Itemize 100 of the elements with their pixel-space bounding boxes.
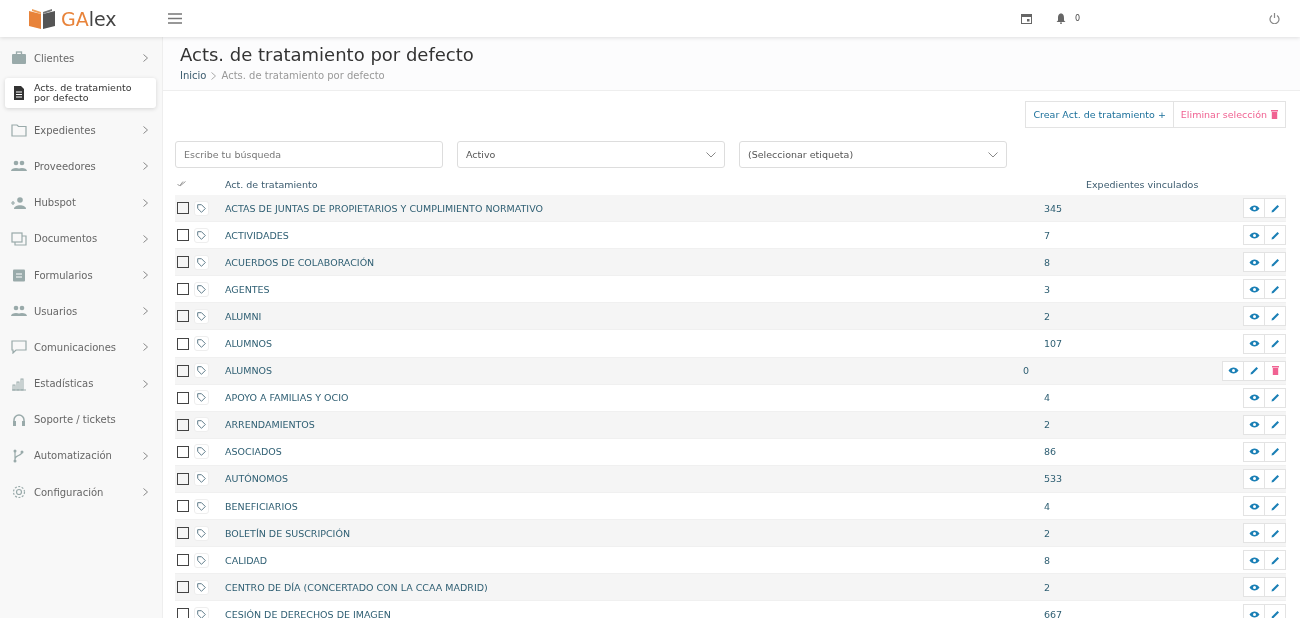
bell-icon[interactable] xyxy=(1055,13,1066,24)
row-checkbox[interactable] xyxy=(177,229,189,242)
tag-dropdown[interactable]: (Seleccionar etiqueta) xyxy=(739,141,1007,168)
tag-button[interactable] xyxy=(194,444,209,460)
tag-button[interactable] xyxy=(194,308,209,324)
tag-button[interactable] xyxy=(194,552,209,568)
tag-button[interactable] xyxy=(194,281,209,297)
edit-button[interactable] xyxy=(1264,496,1286,517)
row-checkbox[interactable] xyxy=(177,527,189,540)
view-button[interactable] xyxy=(1243,414,1265,435)
row-checkbox[interactable] xyxy=(177,581,189,594)
table-cell-text: 8 xyxy=(1044,256,1052,268)
edit-button[interactable] xyxy=(1264,577,1286,598)
view-button[interactable] xyxy=(1243,441,1265,462)
sidebar-item[interactable]: Acts. de tratamiento por defecto xyxy=(5,78,156,109)
sidebar-item[interactable]: Comunicaciones xyxy=(0,329,162,366)
sidebar-item[interactable]: Clientes xyxy=(0,40,162,77)
row-checkbox[interactable] xyxy=(177,418,189,431)
row-checkbox[interactable] xyxy=(177,283,189,296)
pencil-icon xyxy=(1270,230,1280,240)
row-checkbox[interactable] xyxy=(177,608,189,618)
sidebar-item[interactable]: Soporte / tickets xyxy=(0,401,162,438)
edit-button[interactable] xyxy=(1264,414,1286,435)
tag-button[interactable] xyxy=(194,200,209,216)
view-button[interactable] xyxy=(1243,306,1265,327)
row-checkbox[interactable] xyxy=(177,202,189,215)
tag-button[interactable] xyxy=(194,606,209,618)
column-header: Expedientes vinculados xyxy=(1086,178,1200,190)
row-checkbox[interactable] xyxy=(177,310,189,323)
status-dropdown[interactable]: Activo xyxy=(457,141,725,168)
chat-icon xyxy=(11,340,27,355)
sidebar-item[interactable]: Usuarios xyxy=(0,293,162,330)
edit-button[interactable] xyxy=(1264,279,1286,300)
row-checkbox[interactable] xyxy=(177,364,189,377)
edit-button[interactable] xyxy=(1264,441,1286,462)
edit-button[interactable] xyxy=(1264,306,1286,327)
tag-button[interactable] xyxy=(194,254,209,270)
menu-icon[interactable] xyxy=(168,13,182,24)
select-all-icon[interactable] xyxy=(177,181,186,187)
sidebar-item[interactable]: Expedientes xyxy=(0,112,162,149)
row-checkbox[interactable] xyxy=(177,256,189,269)
sidebar-item[interactable]: Estadísticas xyxy=(0,365,162,402)
view-button[interactable] xyxy=(1243,198,1265,219)
create-button[interactable]: Crear Act. de tratamiento + xyxy=(1025,101,1174,128)
tag-button[interactable] xyxy=(194,227,209,243)
tag-button[interactable] xyxy=(194,525,209,541)
calendar-icon[interactable] xyxy=(1020,13,1032,24)
tag-button[interactable] xyxy=(194,390,209,406)
table-cell-text: 7 xyxy=(1044,229,1052,241)
pencil-icon xyxy=(1270,284,1280,294)
tag-button[interactable] xyxy=(194,471,209,487)
delete-selection-button[interactable]: Eliminar selección xyxy=(1173,101,1286,128)
tag-button[interactable] xyxy=(194,579,209,595)
sidebar-item[interactable]: Configuración xyxy=(0,474,162,511)
sidebar-item[interactable]: Automatización xyxy=(0,437,162,475)
logo-text: GAlex xyxy=(61,7,117,30)
edit-button[interactable] xyxy=(1264,225,1286,246)
briefcase-icon xyxy=(11,51,27,66)
edit-button[interactable] xyxy=(1264,604,1286,618)
view-button[interactable] xyxy=(1243,523,1265,544)
row-checkbox[interactable] xyxy=(177,445,189,458)
view-button[interactable] xyxy=(1243,387,1265,408)
tag-button[interactable] xyxy=(194,498,209,514)
pencil-icon xyxy=(1270,339,1280,348)
tag-icon xyxy=(197,474,206,484)
view-button[interactable] xyxy=(1222,360,1244,381)
tag-icon xyxy=(197,284,206,294)
row-checkbox[interactable] xyxy=(177,500,189,513)
sidebar-item[interactable]: Hubspot xyxy=(0,184,162,221)
edit-button[interactable] xyxy=(1264,387,1286,408)
view-button[interactable] xyxy=(1243,577,1265,598)
sidebar-item[interactable]: Documentos xyxy=(0,220,162,257)
edit-button[interactable] xyxy=(1264,550,1286,571)
tag-button[interactable] xyxy=(194,363,209,379)
tag-button[interactable] xyxy=(194,336,209,351)
delete-button[interactable] xyxy=(1264,360,1286,381)
view-button[interactable] xyxy=(1243,469,1265,489)
row-checkbox[interactable] xyxy=(177,554,189,567)
edit-button[interactable] xyxy=(1264,333,1286,354)
edit-button[interactable] xyxy=(1264,198,1286,219)
sidebar-item[interactable]: Formularios xyxy=(0,256,162,294)
power-icon[interactable] xyxy=(1269,13,1280,24)
search-field[interactable]: Escribe tu búsqueda xyxy=(175,141,443,168)
edit-button[interactable] xyxy=(1264,523,1286,544)
view-button[interactable] xyxy=(1243,225,1265,246)
breadcrumb-link[interactable]: Inicio xyxy=(180,70,207,81)
row-checkbox[interactable] xyxy=(177,337,189,350)
tag-button[interactable] xyxy=(194,417,209,433)
edit-button[interactable] xyxy=(1264,252,1286,273)
view-button[interactable] xyxy=(1243,279,1265,300)
view-button[interactable] xyxy=(1243,550,1265,571)
row-checkbox[interactable] xyxy=(177,391,189,404)
edit-button[interactable] xyxy=(1264,469,1286,489)
sidebar-item[interactable]: Proveedores xyxy=(0,148,162,185)
edit-button[interactable] xyxy=(1243,360,1265,381)
view-button[interactable] xyxy=(1243,333,1265,354)
view-button[interactable] xyxy=(1243,252,1265,273)
view-button[interactable] xyxy=(1243,496,1265,517)
row-checkbox[interactable] xyxy=(177,473,189,485)
view-button[interactable] xyxy=(1243,604,1265,618)
